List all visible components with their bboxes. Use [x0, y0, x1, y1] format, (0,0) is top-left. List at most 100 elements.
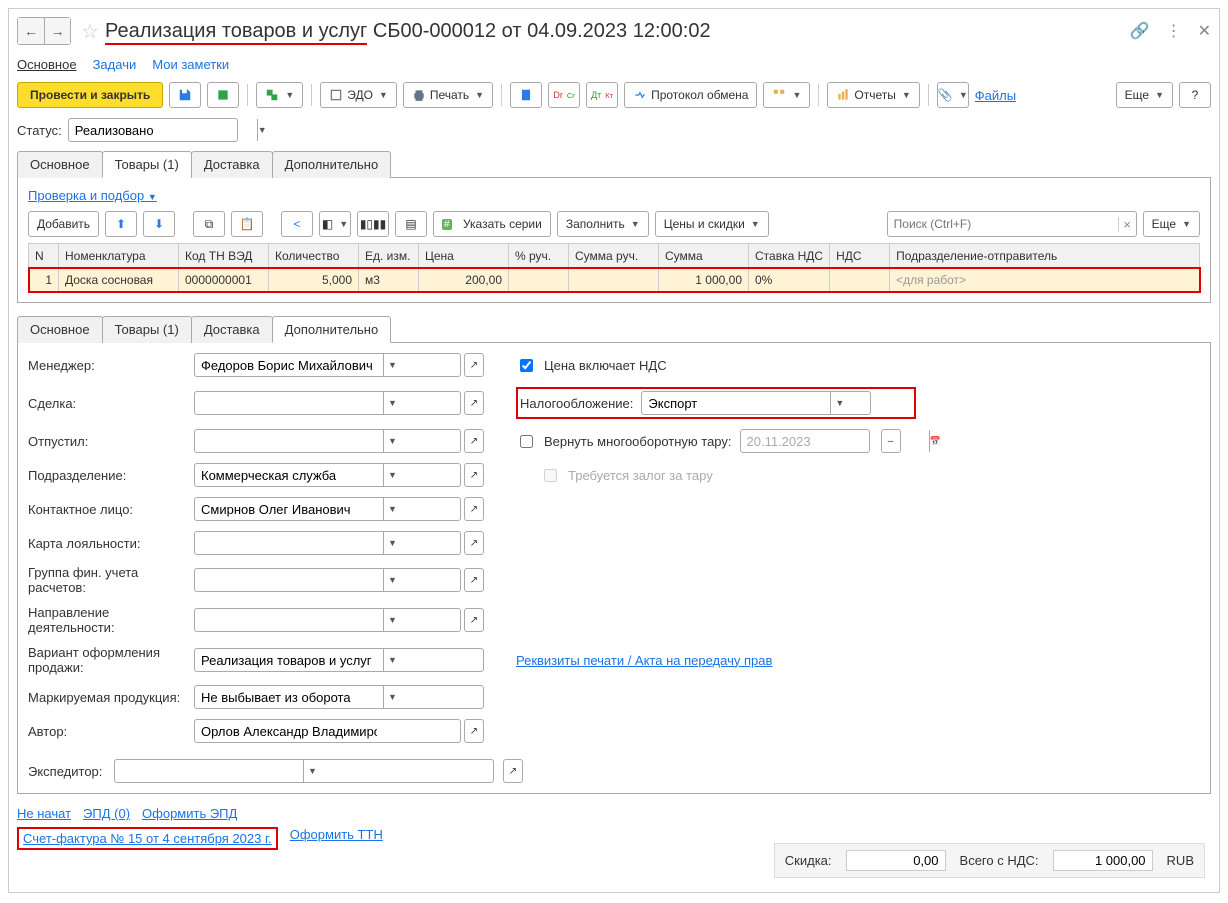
files-link[interactable]: Файлы [975, 88, 1016, 103]
epd-link[interactable]: ЭПД (0) [83, 806, 130, 821]
released-combo[interactable]: ▼ [194, 429, 461, 453]
attach-button[interactable]: 📎▼ [937, 82, 969, 108]
chevron-down-icon[interactable]: ▼ [257, 119, 267, 141]
barcode-button[interactable]: ▮▯▮▮ [357, 211, 389, 237]
open-icon[interactable]: ↗ [464, 568, 484, 592]
chevron-down-icon[interactable]: ▼ [383, 569, 401, 591]
edo-button[interactable]: ЭДО▼ [320, 82, 397, 108]
return-tare-checkbox[interactable] [520, 435, 533, 448]
tab-main-2[interactable]: Основное [17, 316, 103, 343]
doc-button[interactable] [510, 82, 542, 108]
chevron-down-icon[interactable]: ▼ [383, 532, 401, 554]
goods-row[interactable]: 1 Доска сосновая 0000000001 5,000 м3 200… [29, 268, 1200, 292]
help-button[interactable]: ? [1179, 82, 1211, 108]
chevron-down-icon[interactable]: ▼ [383, 686, 401, 708]
open-icon[interactable]: ↗ [464, 531, 484, 555]
open-icon[interactable]: ↗ [464, 429, 484, 453]
protocol-button[interactable]: Протокол обмена [624, 82, 757, 108]
chevron-down-icon[interactable]: ▼ [383, 609, 401, 631]
chevron-down-icon[interactable]: ▼ [383, 354, 401, 376]
list-button[interactable]: ▤ [395, 211, 427, 237]
open-icon[interactable]: ↗ [503, 759, 523, 783]
discount-input[interactable] [846, 850, 946, 871]
tab-extra-1[interactable]: Дополнительно [272, 151, 392, 178]
taxation-combo[interactable]: ▼ [641, 391, 871, 415]
add-button[interactable]: Добавить [28, 211, 99, 237]
chevron-down-icon[interactable]: ▼ [383, 464, 401, 486]
status-input[interactable] [69, 119, 257, 141]
open-icon[interactable]: ↗ [464, 391, 484, 415]
tab-goods-1[interactable]: Товары (1) [102, 151, 192, 178]
open-icon[interactable]: ↗ [464, 719, 484, 743]
chevron-down-icon[interactable]: ▼ [383, 392, 401, 414]
check-select-link[interactable]: Проверка и подбор ▼ [28, 188, 157, 203]
nav-notes[interactable]: Мои заметки [152, 57, 229, 72]
open-icon[interactable]: ↗ [464, 353, 484, 377]
tab-main-1[interactable]: Основное [17, 151, 103, 178]
fill-button[interactable]: Заполнить▼ [557, 211, 649, 237]
nav-tasks[interactable]: Задачи [93, 57, 137, 72]
col-vat[interactable]: Ставка НДС [749, 244, 830, 268]
tab-delivery-2[interactable]: Доставка [191, 316, 273, 343]
nav-main[interactable]: Основное [17, 57, 77, 72]
tab-goods-2[interactable]: Товары (1) [102, 316, 192, 343]
return-date-combo[interactable]: 📅 [740, 429, 870, 453]
create-based-button[interactable]: ▼ [256, 82, 303, 108]
post-and-close-button[interactable]: Провести и закрыть [17, 82, 163, 108]
col-qty[interactable]: Количество [269, 244, 359, 268]
print-button[interactable]: Печать▼ [403, 82, 493, 108]
copy-button[interactable]: ⧉ [193, 211, 225, 237]
calendar-icon[interactable]: 📅 [929, 430, 941, 452]
col-sum[interactable]: Сумма [659, 244, 749, 268]
goods-search-input[interactable] [888, 217, 1118, 231]
chevron-down-icon[interactable]: ▼ [830, 392, 848, 414]
move-down-button[interactable]: ⬇ [143, 211, 175, 237]
contact-combo[interactable]: ▼ [194, 497, 461, 521]
deal-combo[interactable]: ▼ [194, 391, 461, 415]
save-button[interactable] [169, 82, 201, 108]
back-button[interactable]: ← [18, 18, 44, 44]
chevron-down-icon[interactable]: ▼ [383, 498, 401, 520]
open-icon[interactable]: ↗ [464, 608, 484, 632]
manager-combo[interactable]: ▼ [194, 353, 461, 377]
dtcr-button[interactable]: DrCr [548, 82, 580, 108]
post-button[interactable] [207, 82, 239, 108]
loyalty-combo[interactable]: ▼ [194, 531, 461, 555]
fingroup-combo[interactable]: ▼ [194, 568, 461, 592]
make-epd-link[interactable]: Оформить ЭПД [142, 806, 237, 821]
col-price[interactable]: Цена [419, 244, 509, 268]
col-dept[interactable]: Подразделение-отправитель [890, 244, 1200, 268]
total-input[interactable] [1053, 850, 1153, 871]
struct-button[interactable]: ▼ [763, 82, 810, 108]
more-icon[interactable]: ⋮ [1166, 21, 1182, 41]
clear-icon[interactable]: ‒ [881, 429, 901, 453]
open-icon[interactable]: ↗ [464, 497, 484, 521]
col-summ[interactable]: Сумма руч. [569, 244, 659, 268]
price-incl-vat-checkbox[interactable] [520, 359, 533, 372]
requisites-link[interactable]: Реквизиты печати / Акта на передачу прав [516, 653, 772, 668]
chevron-down-icon[interactable]: ▼ [303, 760, 321, 782]
reports-button[interactable]: Отчеты▼ [827, 82, 919, 108]
mark-combo[interactable]: ▼ [194, 685, 484, 709]
expeditor-combo[interactable]: ▼ [114, 759, 494, 783]
paste-button[interactable]: 📋 [231, 211, 263, 237]
open-icon[interactable]: ↗ [464, 463, 484, 487]
more-button[interactable]: Еще▼ [1116, 82, 1173, 108]
prices-button[interactable]: Цены и скидки▼ [655, 211, 769, 237]
tab-extra-2[interactable]: Дополнительно [272, 316, 392, 343]
author-combo[interactable] [194, 719, 461, 743]
activity-combo[interactable]: ▼ [194, 608, 461, 632]
dept-combo[interactable]: ▼ [194, 463, 461, 487]
col-unit[interactable]: Ед. изм. [359, 244, 419, 268]
chevron-down-icon[interactable]: ▼ [383, 649, 401, 671]
clear-search-icon[interactable]: × [1118, 217, 1136, 232]
move-up-button[interactable]: ⬆ [105, 211, 137, 237]
dtkt-button[interactable]: ДтКт [586, 82, 618, 108]
not-started-link[interactable]: Не начат [17, 806, 71, 821]
make-ttn-link[interactable]: Оформить ТТН [290, 827, 383, 850]
col-item[interactable]: Номенклатура [59, 244, 179, 268]
variant-combo[interactable]: ▼ [194, 648, 484, 672]
col-pct[interactable]: % руч. [509, 244, 569, 268]
status-combo[interactable]: ▼ [68, 118, 238, 142]
forward-button[interactable]: → [44, 18, 70, 44]
